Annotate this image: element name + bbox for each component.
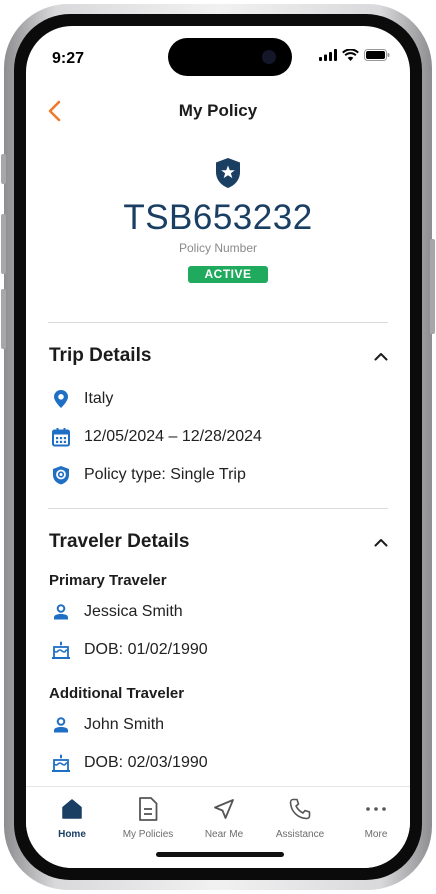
- additional-traveler-name: John Smith: [84, 716, 165, 733]
- home-indicator[interactable]: [156, 852, 284, 857]
- more-dots-icon: [366, 807, 386, 811]
- destination-text: Italy: [84, 390, 114, 407]
- tab-assistance-label: Assistance: [275, 829, 325, 840]
- tab-more-label: More: [364, 829, 388, 840]
- policy-type-row: Policy type: Single Trip: [51, 465, 246, 485]
- phone-frame: 9:27 My Policy TSB653232 Policy Number A…: [1, 4, 435, 890]
- shield-star-icon: [216, 158, 240, 188]
- person-icon: [51, 715, 71, 735]
- document-icon: [139, 797, 158, 821]
- status-time: 9:27: [52, 50, 85, 67]
- policy-number-label: Policy Number: [178, 241, 258, 255]
- screen: 9:27 My Policy TSB653232 Policy Number A…: [26, 26, 410, 868]
- tab-near-me-label: Near Me: [204, 829, 244, 840]
- wifi-icon: [342, 49, 359, 61]
- trip-details-title: Trip Details: [49, 345, 152, 366]
- policy-number: TSB653232: [123, 198, 313, 237]
- tab-assistance[interactable]: Assistance: [262, 795, 338, 840]
- chevron-up-icon[interactable]: [372, 348, 390, 366]
- divider: [48, 322, 388, 323]
- tab-near-me[interactable]: Near Me: [186, 795, 262, 840]
- person-icon: [51, 602, 71, 622]
- calendar-icon: [51, 427, 71, 447]
- location-pin-icon: [51, 389, 71, 409]
- additional-traveler-heading: Additional Traveler: [49, 685, 185, 702]
- birthday-cake-icon: [51, 640, 71, 660]
- traveler-details-title: Traveler Details: [49, 531, 190, 552]
- camera-icon: [262, 50, 276, 64]
- phone-icon: [289, 798, 311, 820]
- home-icon: [62, 799, 82, 819]
- primary-traveler-heading: Primary Traveler: [49, 572, 167, 589]
- primary-traveler-name-row: Jessica Smith: [51, 602, 183, 622]
- tab-my-policies[interactable]: My Policies: [110, 795, 186, 840]
- tab-home-label: Home: [58, 829, 86, 840]
- primary-traveler-dob-row: DOB: 01/02/1990: [51, 640, 208, 660]
- volume-up-button: [1, 214, 6, 274]
- cellular-signal-icon: [319, 49, 337, 61]
- shield-policy-icon: [51, 465, 71, 485]
- trip-destination-row: Italy: [51, 389, 113, 409]
- volume-down-button: [1, 289, 6, 349]
- tab-my-policies-label: My Policies: [122, 829, 174, 840]
- birthday-cake-icon: [51, 753, 71, 773]
- navigation-arrow-icon: [214, 799, 234, 819]
- trip-dates-row: 12/05/2024 – 12/28/2024: [51, 427, 262, 447]
- policy-type-text: Policy type: Single Trip: [84, 466, 246, 483]
- power-button: [430, 239, 435, 334]
- additional-traveler-name-row: John Smith: [51, 715, 164, 735]
- trip-dates-text: 12/05/2024 – 12/28/2024: [84, 428, 262, 445]
- additional-traveler-dob: DOB: 02/03/1990: [84, 754, 208, 771]
- page-title: My Policy: [178, 101, 258, 120]
- tab-more[interactable]: More: [338, 795, 410, 840]
- chevron-up-icon[interactable]: [372, 534, 390, 552]
- tab-home[interactable]: Home: [34, 795, 110, 840]
- status-badge: ACTIVE: [188, 266, 268, 283]
- action-button: [1, 154, 6, 184]
- primary-traveler-name: Jessica Smith: [84, 603, 183, 620]
- primary-traveler-dob: DOB: 01/02/1990: [84, 641, 208, 658]
- status-icons: [319, 49, 390, 61]
- additional-traveler-dob-row: DOB: 02/03/1990: [51, 753, 208, 773]
- divider: [48, 508, 388, 509]
- dynamic-island: [168, 38, 292, 76]
- battery-icon: [364, 49, 390, 61]
